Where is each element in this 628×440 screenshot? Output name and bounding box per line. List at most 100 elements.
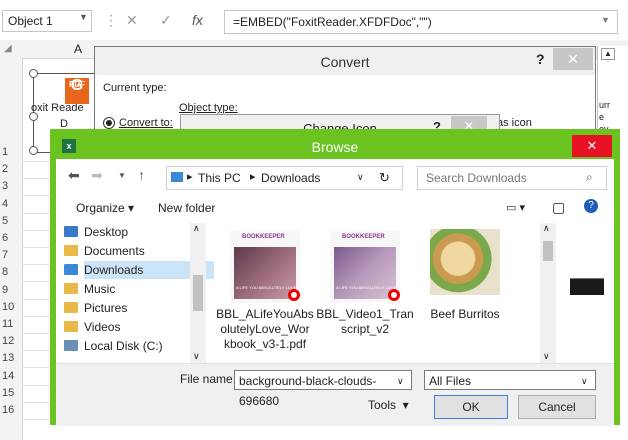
row-number[interactable]: 10 [0,301,23,313]
name-box[interactable]: Object 1 ▼ [2,10,92,32]
resize-handle[interactable] [29,112,38,121]
file-name-input[interactable]: background-black-clouds-696680 ∨ [234,370,412,408]
row-number[interactable]: 1 [0,146,23,158]
file-name-line: BBL_Video1_Tran [316,307,414,321]
row-number[interactable]: 14 [0,370,23,382]
chevron-down-icon[interactable]: ∨ [397,371,404,391]
thumb-caption: A LIFE YOU ABSOLUTELY LOVE [336,285,397,290]
navigation-pane: Desktop Documents Downloads Music Pictures Vi… [56,223,214,363]
name-box-value: Object 1 [8,14,53,28]
pdf-badge-icon [388,289,400,301]
column-a-label[interactable]: A [74,42,82,56]
row-number[interactable]: 7 [0,249,23,261]
pdf-badge-icon [288,289,300,301]
file-name[interactable]: Beef Burritos [416,307,514,322]
scroll-up-icon[interactable]: ∧ [543,223,550,234]
file-name-line: kbook_v3-1.pdf [223,337,307,351]
select-all-icon[interactable]: ◢ [4,43,12,54]
convert-to-radio[interactable] [103,117,115,129]
file-list: BOOKKEEPER A LIFE YOU ABSOLUTELY LOVE BB… [208,223,614,363]
convert-to-label: Convert to: [119,117,173,129]
address-bar[interactable]: ▸ This PC ▸ Downloads ∨ ↻ [166,166,403,190]
scroll-down-icon[interactable]: ∨ [543,351,550,362]
row-number[interactable]: 5 [0,215,23,227]
right-pane-text: e [599,112,605,122]
file-type-select[interactable]: All Files ∨ [424,370,596,390]
tools-button[interactable]: Tools ▾ [368,398,409,412]
row-number[interactable]: 6 [0,232,23,244]
folder-icon [64,226,78,237]
more-icon: ⋮ [104,12,118,28]
organize-button[interactable]: Organize ▾ [76,201,134,215]
row-number[interactable]: 13 [0,352,23,364]
browse-title-bar: x Browse ✕ [56,135,614,159]
path-this-pc[interactable]: This PC [198,171,241,185]
recent-dropdown-icon[interactable]: ▼ [118,171,126,180]
command-bar: Organize ▾ New folder ▭ ▾ ▢ ? [56,195,614,221]
help-button[interactable]: ? [536,51,545,67]
convert-title: Convert [320,54,370,70]
file-thumbnail[interactable]: BOOKKEEPER A LIFE YOU ABSOLUTELY LOVE [330,231,400,303]
scroll-up-icon[interactable]: ∧ [193,223,200,234]
close-icon[interactable]: ✕ [572,135,612,157]
preview-pane-icon[interactable]: ▢ [552,199,565,216]
enter-icon[interactable]: ✓ [160,12,172,29]
row-number[interactable]: 12 [0,335,23,347]
folder-icon [64,283,78,294]
file-name[interactable]: BBL_Video1_Tran script_v2 [316,307,414,337]
files-scrollbar[interactable]: ∧ ∨ [540,223,556,363]
row-number[interactable]: 9 [0,284,23,296]
row-number[interactable]: 4 [0,198,23,210]
resize-handle[interactable] [29,146,38,155]
scroll-thumb[interactable] [543,241,553,261]
current-type-label: Current type: [103,82,167,94]
search-icon[interactable]: ⌕ [586,170,593,185]
browse-dialog: x Browse ✕ ⬅ ➡ ▼ ↑ ▸ This PC ▸ Downloads… [50,129,620,426]
new-folder-button[interactable]: New folder [158,201,215,215]
scroll-thumb[interactable] [193,275,203,311]
scroll-down-icon[interactable]: ∨ [193,351,200,362]
close-icon[interactable]: ✕ [553,48,593,70]
up-icon[interactable]: ↑ [138,167,145,183]
ok-button[interactable]: OK [434,395,508,419]
nav-scrollbar[interactable]: ∧ ∨ [190,223,206,363]
file-name-line: Beef Burritos [430,307,500,321]
row-number[interactable]: 3 [0,180,23,192]
chevron-down-icon[interactable]: ▼ [601,15,610,25]
sidebar-item-label: Pictures [84,301,128,315]
search-input[interactable]: Search Downloads ⌕ [417,166,607,190]
folder-icon [64,340,78,351]
help-icon[interactable]: ? [584,199,598,213]
resize-handle[interactable] [29,69,38,78]
forward-icon[interactable]: ➡ [91,167,103,184]
path-downloads[interactable]: Downloads [261,171,320,185]
row-number[interactable]: 15 [0,387,23,399]
row-number[interactable]: 2 [0,163,23,175]
cancel-icon[interactable]: ✕ [126,12,138,29]
file-thumbnail[interactable] [430,229,500,295]
formula-bar: Object 1 ▼ ⋮ ✕ ✓ fx =EMBED("FoxitReader.… [0,0,628,41]
row-number[interactable]: 8 [0,266,23,278]
search-placeholder: Search Downloads [426,171,527,185]
function-icon[interactable]: fx [192,12,203,28]
chevron-down-icon[interactable]: ▼ [79,12,88,22]
refresh-icon[interactable]: ↻ [379,170,390,186]
dialog-footer: File name: background-black-clouds-69668… [56,363,614,426]
file-thumbnail[interactable] [570,271,604,295]
view-icon[interactable]: ▭ ▾ [506,201,525,214]
row-number[interactable]: 11 [0,318,23,330]
chevron-right-icon: ▸ [250,171,256,183]
object-type-label: Object type: [179,102,238,114]
back-icon[interactable]: ⬅ [68,167,80,184]
chevron-down-icon[interactable]: ∨ [581,371,588,391]
file-name[interactable]: BBL_ALifeYouAbs olutelyLove_Wor kbook_v3… [216,307,314,352]
file-type-value: All Files [429,374,472,388]
scroll-up-icon[interactable]: ▲ [601,48,615,60]
cancel-button[interactable]: Cancel [518,395,596,419]
sidebar-item-label: Documents [84,244,145,258]
formula-input[interactable]: =EMBED("FoxitReader.XFDFDoc","") ▼ [224,10,618,34]
convert-title-bar: Convert ? ✕ [95,47,595,75]
chevron-down-icon[interactable]: ∨ [357,172,364,183]
row-number[interactable]: 16 [0,404,23,416]
file-thumbnail[interactable]: BOOKKEEPER A LIFE YOU ABSOLUTELY LOVE [230,231,300,303]
